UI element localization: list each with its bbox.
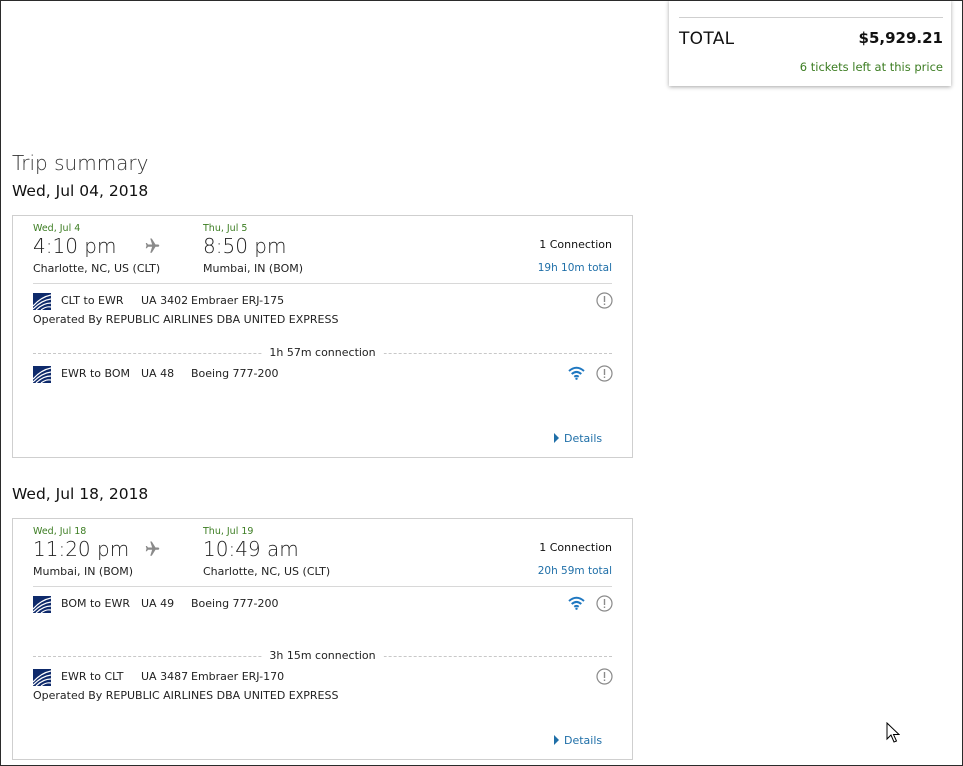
trip-card-return: Wed, Jul 18 11:20 pm Mumbai, IN (BOM) Th…	[12, 518, 633, 760]
united-globe-logo	[33, 669, 51, 686]
depart-city: Mumbai, IN (BOM)	[33, 565, 134, 578]
arrive-day: Thu, Jul 5	[203, 223, 248, 234]
segment-aircraft: Boeing 777-200	[191, 597, 279, 610]
depart-day: Wed, Jul 18	[33, 526, 87, 537]
caret-right-icon	[554, 433, 559, 443]
segment-flight-number: UA 49	[141, 597, 175, 610]
details-label: Details	[564, 734, 603, 747]
tickets-left-notice: 6 tickets left at this price	[799, 60, 943, 74]
total-amount: $5,929.21	[858, 29, 943, 47]
divider	[33, 586, 612, 587]
total-duration: 20h 59m total	[537, 565, 612, 577]
info-exclamation-icon[interactable]	[596, 668, 613, 685]
depart-time: 4:10 pm	[33, 234, 117, 258]
depart-day: Wed, Jul 4	[33, 223, 81, 234]
arrive-time: 8:50 pm	[203, 234, 287, 258]
depart-time: 11:20 pm	[33, 537, 130, 561]
segment-route: EWR to CLT	[61, 670, 124, 683]
segment-flight-number: UA 3402	[141, 294, 189, 307]
connection-count: 1 Connection	[539, 238, 612, 251]
mouse-cursor	[886, 722, 900, 743]
connection-time: 1h 57m connection	[261, 346, 384, 359]
total-label: TOTAL	[679, 29, 735, 49]
caret-right-icon	[554, 735, 559, 745]
operated-by: Operated By REPUBLIC AIRLINES DBA UNITED…	[33, 313, 339, 326]
info-exclamation-icon[interactable]	[596, 292, 613, 309]
details-link[interactable]: Details	[554, 432, 602, 445]
operated-by: Operated By REPUBLIC AIRLINES DBA UNITED…	[33, 689, 339, 702]
united-globe-logo	[33, 293, 51, 310]
segment-aircraft: Boeing 777-200	[191, 367, 279, 380]
arrive-time: 10:49 am	[203, 537, 299, 561]
info-exclamation-icon[interactable]	[596, 365, 613, 382]
segment-route: BOM to EWR	[61, 597, 131, 610]
wifi-icon	[568, 366, 585, 380]
connection-time: 3h 15m connection	[261, 649, 384, 662]
segment-route: CLT to EWR	[61, 294, 124, 307]
segment-flight-number: UA 48	[141, 367, 175, 380]
depart-city: Charlotte, NC, US (CLT)	[33, 262, 161, 275]
united-globe-logo	[33, 366, 51, 383]
details-label: Details	[564, 432, 603, 445]
trip-date-heading: Wed, Jul 18, 2018	[12, 485, 149, 503]
divider	[679, 17, 943, 18]
trip-summary-title: Trip summary	[12, 151, 149, 175]
info-exclamation-icon[interactable]	[596, 595, 613, 612]
connection-count: 1 Connection	[539, 541, 612, 554]
segment-flight-number: UA 3487	[141, 670, 189, 683]
segment-route: EWR to BOM	[61, 367, 131, 380]
wifi-icon	[568, 596, 585, 610]
divider	[33, 283, 612, 284]
arrive-city: Mumbai, IN (BOM)	[203, 262, 304, 275]
price-summary-card: TOTAL $5,929.21 6 tickets left at this p…	[669, 0, 951, 86]
total-duration: 19h 10m total	[537, 262, 612, 274]
plane-icon	[145, 541, 160, 556]
segment-aircraft: Embraer ERJ-170	[191, 670, 285, 683]
details-link[interactable]: Details	[554, 734, 602, 747]
arrive-day: Thu, Jul 19	[203, 526, 254, 537]
plane-icon	[145, 238, 160, 253]
arrive-city: Charlotte, NC, US (CLT)	[203, 565, 331, 578]
united-globe-logo	[33, 596, 51, 613]
trip-date-heading: Wed, Jul 04, 2018	[12, 182, 149, 200]
segment-aircraft: Embraer ERJ-175	[191, 294, 285, 307]
trip-card-outbound: Wed, Jul 4 4:10 pm Charlotte, NC, US (CL…	[12, 215, 633, 458]
